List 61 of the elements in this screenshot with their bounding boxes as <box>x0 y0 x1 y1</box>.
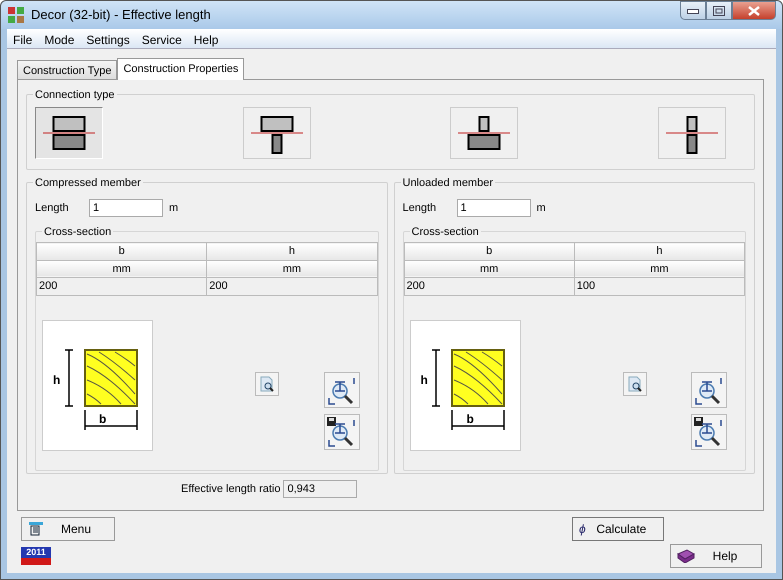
tab[interactable]: Construction Type <box>17 60 118 79</box>
page-zoom-icon <box>259 376 275 392</box>
column-unit: mm <box>574 260 744 278</box>
save-zoom-icon <box>326 416 358 448</box>
calculate-button[interactable]: ϕ Calculate <box>572 517 664 541</box>
minimize-button[interactable] <box>680 1 706 20</box>
group-label: Compressed member <box>33 175 143 192</box>
app-icon <box>7 6 25 24</box>
length-label: Length <box>402 200 438 216</box>
connection-type-button[interactable] <box>35 107 103 159</box>
connection-type-button[interactable] <box>242 107 311 159</box>
connection-type-button[interactable] <box>450 107 518 159</box>
unit-label: m <box>536 200 546 216</box>
minimize-icon <box>687 8 699 14</box>
save-zoom-button[interactable] <box>691 414 727 450</box>
column-header: b <box>36 242 207 260</box>
tab[interactable]: Construction Properties <box>117 58 244 80</box>
table-cell[interactable]: 200 <box>404 278 574 295</box>
menu-item[interactable]: Help <box>188 29 224 48</box>
year-flag: 2011 <box>21 547 51 565</box>
column-unit: mm <box>36 260 207 278</box>
menu-item[interactable]: Service <box>136 29 188 48</box>
phi-icon: ϕ <box>579 520 586 538</box>
column-unit: mm <box>206 260 377 278</box>
preview-button[interactable] <box>255 372 279 396</box>
dimension-label: h <box>53 372 60 388</box>
save-zoom-button[interactable] <box>324 414 360 450</box>
column-header: h <box>206 242 377 260</box>
menu-item[interactable]: File <box>7 29 38 48</box>
help-button[interactable]: Help <box>670 544 762 568</box>
dimension-label: b <box>466 410 474 428</box>
menu-button[interactable]: Menu <box>21 517 115 541</box>
maximize-button[interactable] <box>706 1 732 20</box>
ratio-field: 0,943 <box>283 480 358 498</box>
dimension-label: b <box>99 410 106 428</box>
window-title: Decor (32-bit) - Effective length <box>31 6 211 24</box>
save-zoom-icon <box>693 416 725 448</box>
table-cell[interactable]: 200 <box>206 278 377 295</box>
close-icon <box>747 6 761 16</box>
column-unit: mm <box>404 260 574 278</box>
column-header: b <box>404 242 574 260</box>
length-field[interactable]: 1 <box>89 199 163 217</box>
dimension-label: h <box>420 372 428 388</box>
preview-button[interactable] <box>622 372 646 396</box>
maximize-icon <box>713 6 725 16</box>
unit-label: m <box>169 200 178 216</box>
zoom-button[interactable] <box>324 372 360 408</box>
length-label: Length <box>35 200 70 216</box>
connection-type-button[interactable] <box>658 107 726 159</box>
zoom-button[interactable] <box>691 372 727 408</box>
table-cell[interactable]: 200 <box>36 278 207 295</box>
group-label: Connection type <box>33 87 116 104</box>
menu-item[interactable]: Mode <box>38 29 80 48</box>
length-field[interactable]: 1 <box>456 199 530 217</box>
column-header: h <box>574 242 744 260</box>
page-zoom-icon <box>626 376 642 392</box>
menu-item[interactable]: Settings <box>80 29 136 48</box>
close-button[interactable] <box>732 1 776 20</box>
document-icon <box>28 522 44 536</box>
table-cell[interactable]: 100 <box>574 278 744 295</box>
ratio-label: Effective length ratio <box>181 482 280 497</box>
